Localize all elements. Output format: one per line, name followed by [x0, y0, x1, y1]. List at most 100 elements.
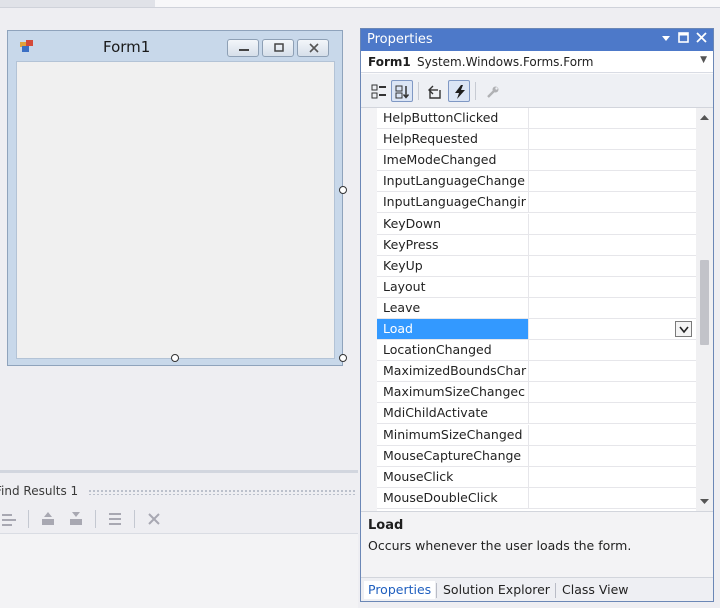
event-name: MaximizedBoundsChar	[377, 361, 529, 382]
find-results-list[interactable]	[0, 533, 358, 608]
resize-handle-bottom[interactable]	[171, 354, 179, 362]
event-name: MaximumSizeChangec	[377, 382, 529, 403]
stop-search-icon[interactable]	[145, 510, 163, 528]
close-icon	[309, 43, 319, 53]
properties-button[interactable]	[423, 80, 445, 102]
tab-solution-explorer[interactable]: Solution Explorer	[439, 581, 554, 599]
find-results-header: Find Results 1	[0, 483, 358, 501]
events-button[interactable]	[448, 80, 470, 102]
event-handler-value[interactable]	[529, 298, 696, 318]
grid-gutter	[361, 108, 377, 511]
tab-separator	[436, 583, 437, 598]
event-handler-value[interactable]	[529, 129, 696, 149]
event-handler-value[interactable]	[529, 235, 696, 255]
event-row[interactable]: KeyPress	[377, 234, 696, 256]
event-handler-value[interactable]	[529, 340, 696, 360]
event-row[interactable]: ImeModeChanged	[377, 150, 696, 172]
chevron-down-icon[interactable]: ▼	[700, 55, 707, 65]
document-tab[interactable]	[0, 0, 155, 7]
event-handler-value[interactable]	[529, 192, 696, 212]
panel-grip[interactable]	[88, 489, 356, 495]
tab-properties[interactable]: Properties	[364, 581, 436, 599]
event-row[interactable]: HelpButtonClicked	[377, 108, 696, 130]
event-handler-value[interactable]	[529, 425, 696, 445]
event-name: HelpRequested	[377, 129, 529, 150]
bottom-tab-strip: Properties Solution Explorer Class View	[361, 577, 713, 601]
object-type: System.Windows.Forms.Form	[417, 55, 594, 69]
event-row[interactable]: Leave	[377, 297, 696, 319]
close-icon[interactable]	[696, 32, 707, 43]
event-row[interactable]: MouseDoubleClick	[377, 487, 696, 509]
tab-class-view[interactable]: Class View	[558, 581, 633, 599]
maximize-icon[interactable]	[678, 32, 689, 43]
scroll-down-icon[interactable]	[696, 493, 713, 509]
event-row[interactable]: LocationChanged	[377, 340, 696, 362]
minimize-button[interactable]	[227, 39, 259, 57]
chevron-down-icon	[679, 326, 689, 334]
properties-title-bar: Properties	[361, 29, 713, 51]
event-handler-value[interactable]	[529, 171, 696, 191]
scrollbar-thumb[interactable]	[700, 260, 709, 345]
event-row[interactable]: MaximumSizeChangec	[377, 382, 696, 404]
form-window[interactable]: Form1	[7, 30, 343, 366]
categorized-button[interactable]	[367, 80, 389, 102]
event-handler-value[interactable]	[529, 214, 696, 234]
event-row[interactable]: InputLanguageChange	[377, 171, 696, 193]
event-name: MouseDoubleClick	[377, 487, 529, 508]
event-name: KeyUp	[377, 255, 529, 276]
previous-result-icon[interactable]	[39, 510, 57, 528]
event-row[interactable]: MdiChildActivate	[377, 403, 696, 425]
vertical-scrollbar[interactable]	[696, 108, 713, 511]
close-button[interactable]	[297, 39, 329, 57]
event-handler-value[interactable]	[529, 361, 696, 381]
event-row[interactable]: MouseClick	[377, 466, 696, 488]
form-client-area[interactable]	[16, 61, 335, 359]
event-row[interactable]: Load	[377, 319, 696, 341]
alphabetical-button[interactable]	[391, 80, 413, 102]
event-name: Load	[377, 319, 529, 340]
event-row[interactable]: HelpRequested	[377, 129, 696, 151]
go-to-location-icon[interactable]	[0, 510, 18, 528]
form-title: Form1	[103, 38, 151, 56]
property-pages-button[interactable]	[481, 80, 503, 102]
event-handler-value[interactable]	[529, 382, 696, 402]
event-row[interactable]: KeyDown	[377, 213, 696, 235]
event-name: ImeModeChanged	[377, 150, 529, 171]
event-row[interactable]: MouseCaptureChange	[377, 445, 696, 467]
next-result-icon[interactable]	[67, 510, 85, 528]
event-handler-value[interactable]	[529, 319, 696, 339]
resize-handle-corner[interactable]	[339, 354, 347, 362]
toolbar-separator	[418, 82, 419, 100]
event-handler-value[interactable]	[529, 403, 696, 423]
event-name: MouseCaptureChange	[377, 445, 529, 466]
event-row[interactable]: Layout	[377, 276, 696, 298]
event-handler-value[interactable]	[529, 277, 696, 297]
event-row[interactable]: MinimumSizeChanged	[377, 424, 696, 446]
wrench-icon	[487, 86, 499, 98]
event-row[interactable]: InputLanguageChangir	[377, 192, 696, 214]
scroll-up-icon[interactable]	[696, 110, 713, 126]
object-selector[interactable]: Form1 System.Windows.Forms.Form ▼	[361, 51, 713, 73]
event-handler-value[interactable]	[529, 108, 696, 128]
find-results-toolbar	[0, 506, 358, 532]
event-handler-value[interactable]	[529, 150, 696, 170]
event-row[interactable]: MaximizedBoundsChar	[377, 361, 696, 383]
event-handler-value[interactable]	[529, 446, 696, 466]
resize-handle-right[interactable]	[339, 186, 347, 194]
find-results-panel: Find Results 1	[0, 470, 358, 608]
event-name: LocationChanged	[377, 340, 529, 361]
maximize-button[interactable]	[262, 39, 294, 57]
event-handler-value[interactable]	[529, 467, 696, 487]
event-handler-value[interactable]	[529, 256, 696, 276]
event-row[interactable]: KeyUp	[377, 255, 696, 277]
events-grid[interactable]: HelpButtonClicked HelpRequested ImeModeCha…	[361, 108, 713, 511]
handler-dropdown-button[interactable]	[675, 321, 692, 337]
description-title: Load	[368, 518, 404, 533]
properties-window: Properties Form1 System.Windows.Forms.Fo…	[360, 28, 714, 602]
event-handler-value[interactable]	[529, 488, 696, 508]
window-position-icon[interactable]	[661, 33, 671, 43]
lightning-icon	[455, 85, 465, 99]
clear-all-icon[interactable]	[106, 510, 124, 528]
event-name: InputLanguageChangir	[377, 192, 529, 213]
event-name: KeyPress	[377, 234, 529, 255]
